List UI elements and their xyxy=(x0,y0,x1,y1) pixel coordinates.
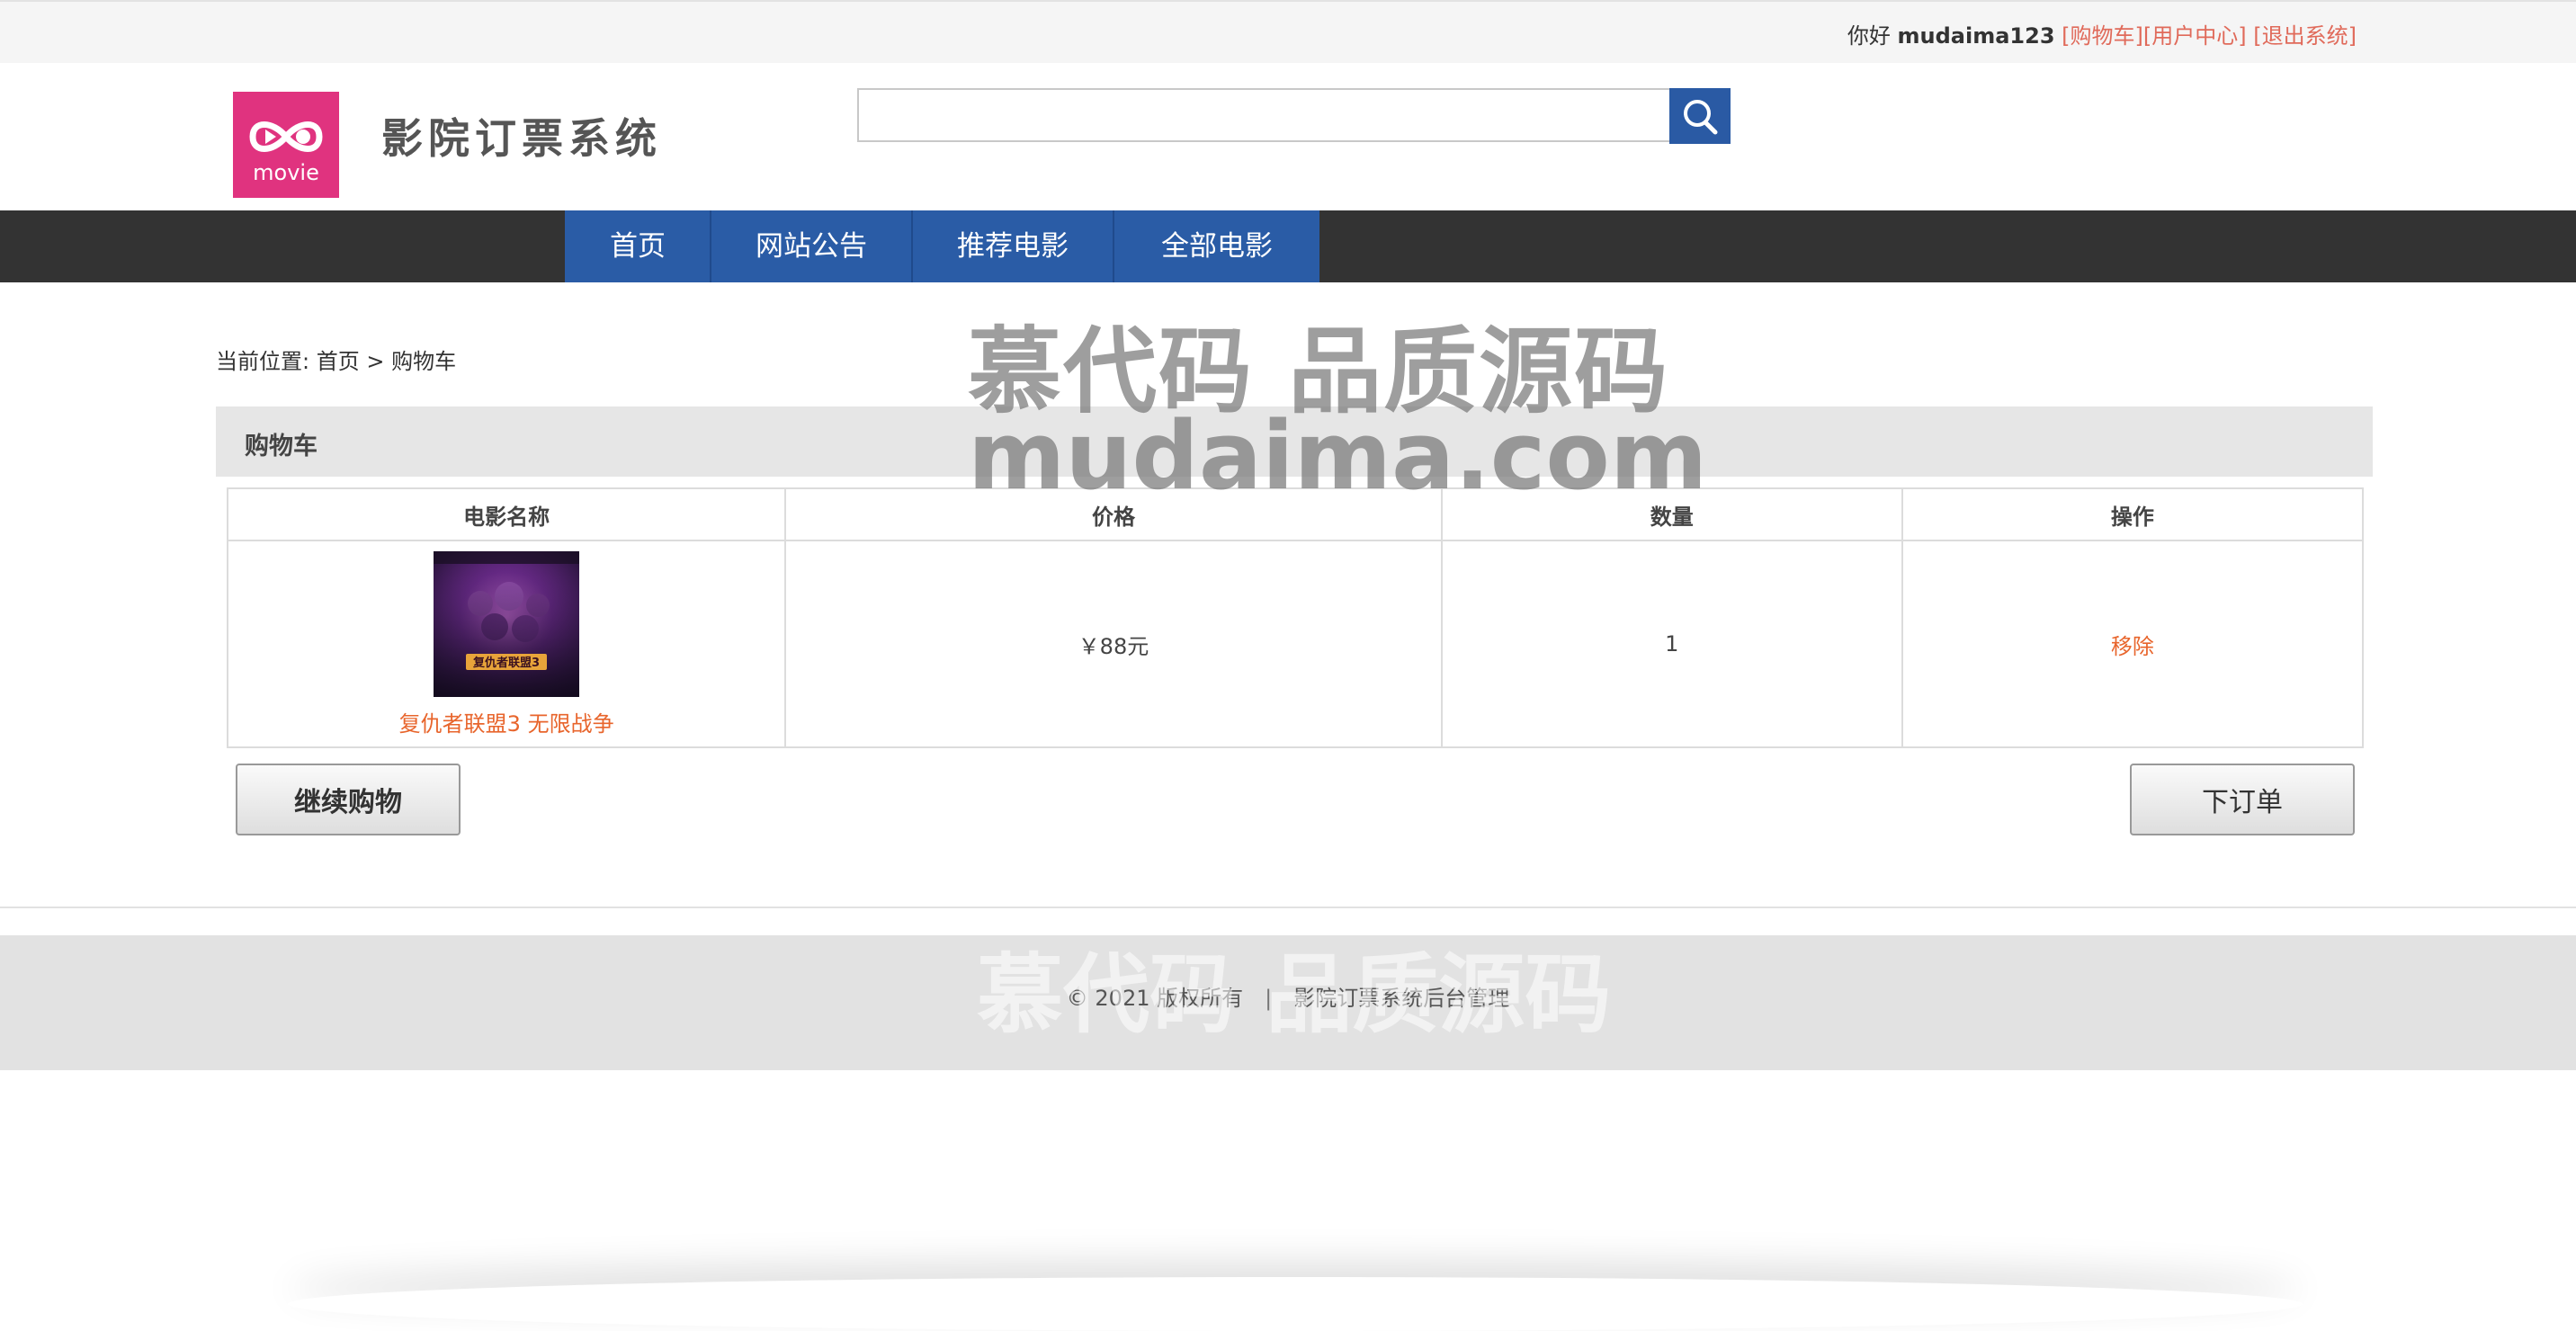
nav-announcements[interactable]: 网站公告 xyxy=(711,210,911,282)
page-shadow xyxy=(288,1277,2303,1331)
svg-text:movie: movie xyxy=(253,160,319,185)
search-input[interactable] xyxy=(857,88,1672,142)
logout-link[interactable]: [退出系统] xyxy=(2253,23,2357,49)
movie-poster[interactable]: 复仇者联盟3 xyxy=(434,550,580,697)
cart-link[interactable]: [购物车] xyxy=(2062,23,2143,49)
nav-recommended[interactable]: 推荐电影 xyxy=(913,210,1113,282)
watermark-line2: mudaima.com xyxy=(968,401,1708,511)
site-title: 影院订票系统 xyxy=(381,114,662,163)
action-cell: 移除 xyxy=(1901,540,2365,748)
main-nav: 首页 网站公告 推荐电影 全部电影 xyxy=(0,210,2576,282)
search-button[interactable] xyxy=(1669,88,1731,144)
site-logo[interactable]: movie xyxy=(233,92,339,198)
breadcrumb-prefix: 当前位置: xyxy=(216,349,310,374)
greeting-text: 你好 xyxy=(1847,23,1891,49)
place-order-button[interactable]: 下订单 xyxy=(2130,764,2355,835)
cart-title: 购物车 xyxy=(245,433,318,460)
movie-name-link[interactable]: 复仇者联盟3 无限战争 xyxy=(229,706,783,737)
user-center-link[interactable]: [用户中心] xyxy=(2143,23,2247,49)
svg-text:复仇者联盟3: 复仇者联盟3 xyxy=(472,656,540,670)
nav-all-movies[interactable]: 全部电影 xyxy=(1114,210,1319,282)
movie-logo-icon: movie xyxy=(249,121,323,185)
continue-shopping-button[interactable]: 继续购物 xyxy=(236,764,461,835)
breadcrumb: 当前位置: 首页 > 购物车 xyxy=(216,344,456,375)
column-header-action: 操作 xyxy=(1901,487,2365,541)
breadcrumb-current: 购物车 xyxy=(391,349,457,374)
quantity-cell: 1 xyxy=(1440,540,1903,748)
username: mudaima123 xyxy=(1897,23,2055,49)
price-cell: ￥88元 xyxy=(784,540,1443,748)
cart-table: 电影名称 价格 数量 操作 复仇者联盟3 复仇者联盟3 无限战争 ￥88元 1 … xyxy=(226,487,2365,748)
breadcrumb-separator: > xyxy=(366,349,385,374)
search-icon xyxy=(1684,100,1718,135)
nav-home[interactable]: 首页 xyxy=(565,210,711,282)
top-bar: 你好 mudaima123 [购物车][用户中心] [退出系统] xyxy=(0,0,2576,63)
table-row: 复仇者联盟3 复仇者联盟3 无限战争 ￥88元 1 移除 xyxy=(226,540,2365,748)
breadcrumb-home[interactable]: 首页 xyxy=(317,349,360,374)
movie-cell: 复仇者联盟3 复仇者联盟3 无限战争 xyxy=(226,540,787,748)
footer-divider xyxy=(0,907,2576,908)
user-info: 你好 mudaima123 [购物车][用户中心] [退出系统] xyxy=(1847,18,2357,49)
watermark-footer: 慕代码 品质源码 xyxy=(977,944,1612,1045)
remove-link[interactable]: 移除 xyxy=(2111,634,2154,659)
column-header-movie: 电影名称 xyxy=(226,487,787,541)
